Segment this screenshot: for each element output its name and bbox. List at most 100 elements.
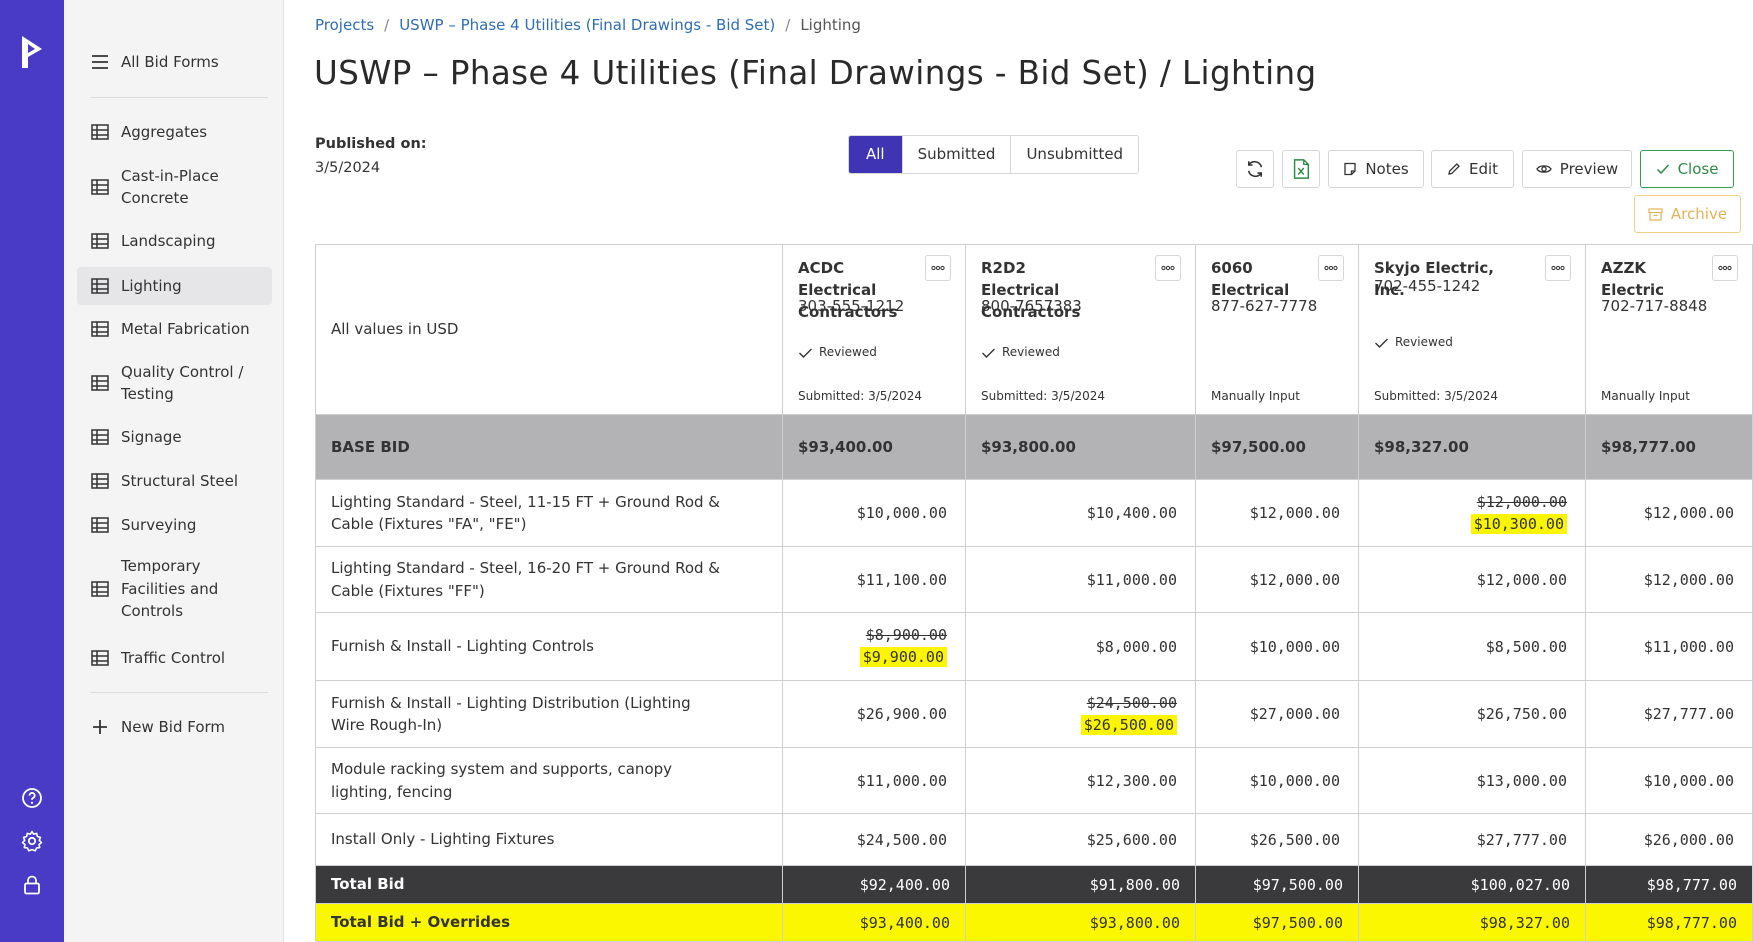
- table-row: Install Only - Lighting Fixtures $24,500.…: [316, 814, 1753, 866]
- help-icon[interactable]: [20, 786, 44, 810]
- preview-button[interactable]: Preview: [1522, 150, 1632, 188]
- base-bid-value: $93,800.00: [981, 438, 1076, 456]
- bid-value-cell[interactable]: $12,000.00: [1586, 547, 1753, 612]
- bid-value-cell[interactable]: $10,000.00: [783, 480, 966, 546]
- bid-value-cell[interactable]: $12,300.00: [966, 748, 1196, 813]
- close-button[interactable]: Close: [1640, 150, 1734, 188]
- filter-submitted-button[interactable]: Submitted: [901, 136, 1011, 173]
- bid-value-cell[interactable]: $25,600.00: [966, 814, 1196, 865]
- bid-value-cell[interactable]: $26,750.00: [1359, 681, 1586, 747]
- total-bid-label-cell: Total Bid: [316, 866, 783, 903]
- line-item-label: Lighting Standard - Steel, 16-20 FT + Gr…: [331, 559, 720, 600]
- breadcrumb-project-link[interactable]: USWP – Phase 4 Utilities (Final Drawings…: [399, 16, 775, 34]
- bid-value-cell[interactable]: $12,000.00 $10,300.00: [1359, 480, 1586, 546]
- bid-value-cell[interactable]: $12,000.00: [1196, 480, 1359, 546]
- sidebar-item-landscaping[interactable]: Landscaping: [77, 223, 272, 259]
- bid-value-cell[interactable]: $10,000.00: [1586, 748, 1753, 813]
- sidebar-item-metal-fabrication[interactable]: Metal Fabrication: [77, 311, 272, 347]
- bid-value: $10,400.00: [1086, 504, 1177, 522]
- settings-gear-icon[interactable]: [20, 829, 44, 853]
- bid-value-cell[interactable]: $11,000.00: [966, 547, 1196, 612]
- bidder-options-button[interactable]: [925, 255, 951, 281]
- bid-value-cell[interactable]: $11,000.00: [783, 748, 966, 813]
- menu-icon: [92, 55, 108, 69]
- base-bid-value-cell: $93,400.00: [783, 415, 966, 479]
- sidebar-item-label: Lighting: [121, 276, 182, 295]
- bid-value: $12,000.00: [1249, 570, 1340, 589]
- breadcrumb-projects-link[interactable]: Projects: [315, 16, 374, 34]
- bid-value-cell[interactable]: $27,777.00: [1359, 814, 1586, 865]
- filter-unsubmitted-button[interactable]: Unsubmitted: [1010, 136, 1139, 173]
- reviewed-indicator: Reviewed: [798, 345, 877, 359]
- bid-value-cell[interactable]: $10,400.00: [966, 480, 1196, 546]
- bid-value-cell[interactable]: $10,000.00: [1196, 613, 1359, 680]
- original-bid-value: $12,000.00: [1476, 492, 1567, 511]
- bid-value: $12,000.00: [1476, 570, 1567, 589]
- bidder-options-button[interactable]: [1712, 255, 1738, 281]
- eye-icon: [1536, 165, 1552, 173]
- sidebar-item-temporary-facilities-and-controls[interactable]: Temporary Facilities and Controls: [77, 551, 272, 627]
- notes-button[interactable]: Notes: [1328, 150, 1424, 188]
- line-item-label: Install Only - Lighting Fixtures: [331, 830, 555, 849]
- base-bid-value: $93,400.00: [798, 438, 893, 456]
- sidebar-item-surveying[interactable]: Surveying: [77, 507, 272, 543]
- bid-value-cell[interactable]: $11,000.00: [1586, 613, 1753, 680]
- refresh-button[interactable]: [1236, 150, 1274, 188]
- bid-value-cell[interactable]: $26,000.00: [1586, 814, 1753, 865]
- table-icon: [91, 321, 109, 337]
- sidebar-item-aggregates[interactable]: Aggregates: [77, 114, 272, 150]
- bid-value-cell[interactable]: $8,000.00: [966, 613, 1196, 680]
- app-logo-icon[interactable]: [20, 32, 46, 70]
- filter-all-button[interactable]: All: [849, 136, 902, 173]
- sidebar-item-lighting[interactable]: Lighting: [77, 267, 272, 305]
- sidebar-item-traffic-control[interactable]: Traffic Control: [77, 640, 272, 676]
- sidebar-item-signage[interactable]: Signage: [77, 419, 272, 455]
- currency-note: All values in USD: [331, 320, 459, 339]
- bid-value-cell[interactable]: $27,000.00: [1196, 681, 1359, 747]
- edit-button[interactable]: Edit: [1431, 150, 1514, 188]
- bid-value: $10,000.00: [1249, 771, 1340, 790]
- all-bid-forms-button[interactable]: All Bid Forms: [77, 44, 272, 80]
- bid-value-cell[interactable]: $26,500.00: [1196, 814, 1359, 865]
- sidebar-item-quality-control-testing[interactable]: Quality Control / Testing: [77, 355, 272, 411]
- bid-value: $26,900.00: [856, 705, 947, 723]
- total-bid-value: $91,800.00: [1089, 875, 1180, 894]
- sidebar-item-cast-in-place-concrete[interactable]: Cast-in-Place Concrete: [77, 159, 272, 215]
- new-bid-form-button[interactable]: New Bid Form: [77, 709, 272, 745]
- archive-button[interactable]: Archive: [1634, 195, 1741, 233]
- published-label: Published on:: [315, 136, 427, 152]
- bid-value-cell[interactable]: $24,500.00 $26,500.00: [966, 681, 1196, 747]
- table-header-row: All values in USD ACDC Electrical Contrac…: [316, 245, 1753, 415]
- line-item-label: Lighting Standard - Steel, 11-15 FT + Gr…: [331, 492, 720, 534]
- bidder-options-button[interactable]: [1545, 255, 1571, 281]
- sidebar-item-structural-steel[interactable]: Structural Steel: [77, 463, 272, 499]
- bidder-options-button[interactable]: [1155, 255, 1181, 281]
- table-row: Module racking system and supports, cano…: [316, 748, 1753, 814]
- bid-value-cell[interactable]: $24,500.00: [783, 814, 966, 865]
- checkmark-icon: [1656, 164, 1669, 175]
- bid-value-cell[interactable]: $12,000.00: [1196, 547, 1359, 612]
- line-item-cell: Install Only - Lighting Fixtures: [316, 814, 783, 865]
- bid-value-cell[interactable]: $11,100.00: [783, 547, 966, 612]
- export-excel-button[interactable]: [1282, 150, 1320, 188]
- bid-value-cell[interactable]: $12,000.00: [1586, 480, 1753, 546]
- base-bid-value-cell: $97,500.00: [1196, 415, 1359, 479]
- bid-value-cell[interactable]: $8,500.00: [1359, 613, 1586, 680]
- bid-value-cell[interactable]: $26,900.00: [783, 681, 966, 747]
- bid-value-cell[interactable]: $10,000.00: [1196, 748, 1359, 813]
- bid-value-cell[interactable]: $8,900.00 $9,900.00: [783, 613, 966, 680]
- bid-value-cell[interactable]: $12,000.00: [1359, 547, 1586, 612]
- sidebar-item-label: Signage: [121, 427, 182, 446]
- excel-file-icon: [1293, 159, 1310, 179]
- total-bid-value: $100,027.00: [1470, 875, 1570, 894]
- table-icon: [91, 375, 109, 391]
- submission-filter: All Submitted Unsubmitted: [848, 135, 1140, 174]
- bidder-options-button[interactable]: [1318, 255, 1344, 281]
- lock-icon[interactable]: [20, 873, 44, 897]
- bid-value: $26,000.00: [1643, 830, 1734, 849]
- table-row: Lighting Standard - Steel, 16-20 FT + Gr…: [316, 547, 1753, 613]
- bid-value: $24,500.00: [856, 830, 947, 849]
- notes-label: Notes: [1365, 160, 1409, 178]
- bid-value-cell[interactable]: $27,777.00: [1586, 681, 1753, 747]
- bid-value-cell[interactable]: $13,000.00: [1359, 748, 1586, 813]
